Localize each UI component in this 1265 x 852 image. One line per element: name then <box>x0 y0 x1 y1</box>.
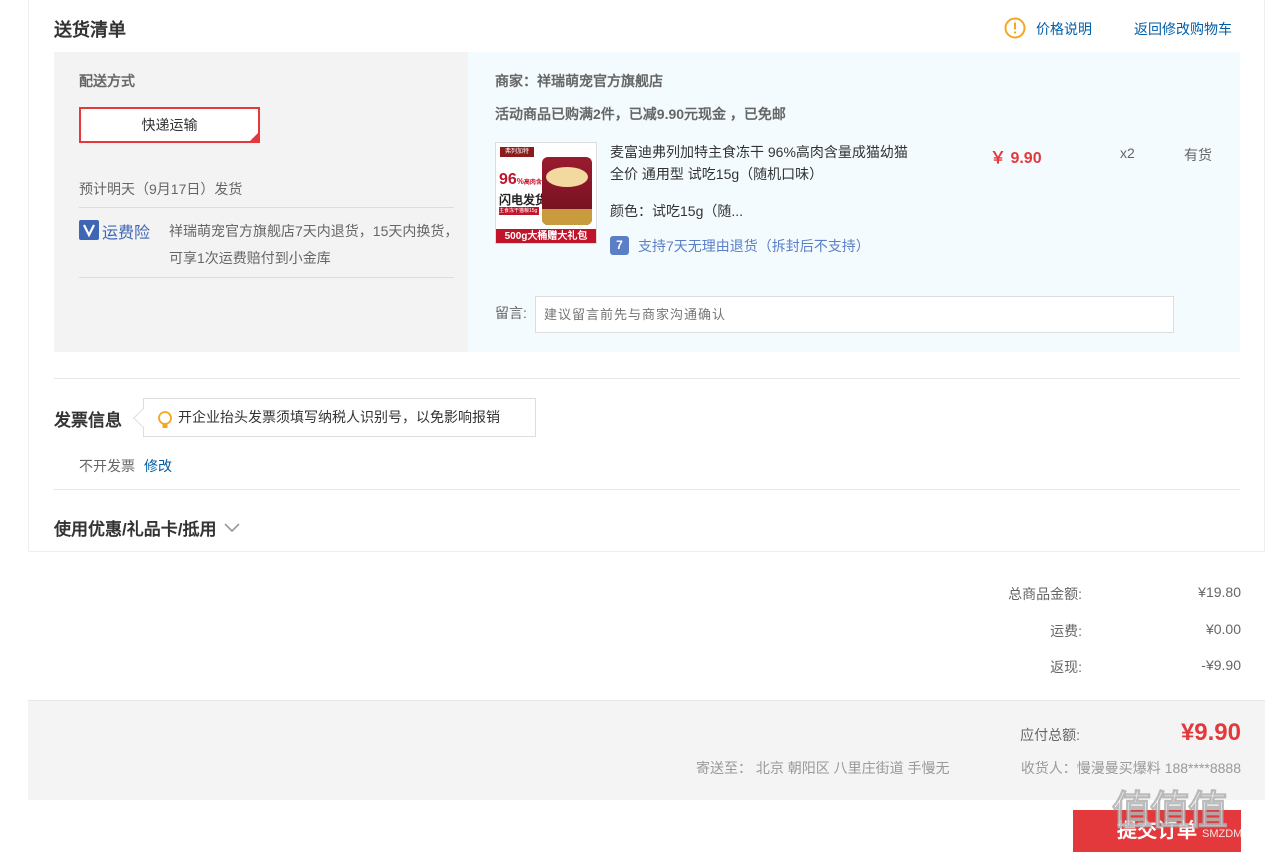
flash-text: 闪电发货 <box>499 193 548 207</box>
product-name[interactable]: 麦富迪弗列加特主食冻干 96%高肉含量成猫幼猫 全价 通用型 试吃15g（随机口… <box>610 141 910 185</box>
divider <box>79 207 454 208</box>
order-page: 送货清单 价格说明 返回修改购物车 配送方式 快递运输 ✓ 预计明天（9月17日… <box>0 0 1265 852</box>
merchant-name: 商家：祥瑞萌宠官方旗舰店 <box>495 73 663 89</box>
ship-time: 预计明天（9月17日）发货 <box>79 181 243 197</box>
coupon-toggle[interactable]: 使用优惠/礼品卡/抵用 <box>54 515 240 540</box>
goods-total-label: 总商品金额: <box>1008 586 1082 602</box>
insurance-badge: 运费险 <box>102 225 151 242</box>
can-label <box>546 167 588 187</box>
goods-total-value: ¥19.80 <box>1198 584 1241 600</box>
invoice-title: 发票信息 <box>54 411 122 430</box>
image-banner: 500g大桶赠大礼包 <box>496 229 596 243</box>
method-label: 配送方式 <box>79 73 135 89</box>
invoice-tip: 开企业抬头发票须填写纳税人识别号，以免影响报销 <box>133 398 536 437</box>
ship-to-address: 寄送至： 北京 朝阳区 八里庄街道 手慢无 <box>696 760 950 776</box>
price-note-link[interactable]: 价格说明 <box>1036 19 1092 39</box>
divider <box>54 489 1240 490</box>
note-input[interactable] <box>535 296 1174 333</box>
delivery-section: 配送方式 快递运输 ✓ 预计明天（9月17日）发货 运费险 祥瑞萌宠官方旗舰店7… <box>54 52 1240 352</box>
merchant-panel: 商家：祥瑞萌宠官方旗舰店 活动商品已购满2件，已减9.90元现金 ，已免邮 弗列… <box>468 52 1240 352</box>
back-to-cart-link[interactable]: 返回修改购物车 <box>1134 19 1232 39</box>
delivery-title: 送货清单 <box>54 20 126 40</box>
brand-logo: 弗列加特 <box>500 147 534 157</box>
check-icon: ✓ <box>250 132 257 141</box>
invoice-tip-text: 开企业抬头发票须填写纳税人识别号，以免影响报销 <box>178 409 500 425</box>
product-image[interactable]: 弗列加特 96%高肉含量 闪电发货 主食冻干猫粮15g 500g大桶赠大礼包 <box>495 142 597 244</box>
invoice-edit-link[interactable]: 修改 <box>144 456 172 476</box>
submit-order-button[interactable]: 提交订单 <box>1073 810 1241 852</box>
total-label: 应付总额: <box>1020 727 1080 743</box>
product-price: ￥ 9.90 <box>990 150 1042 167</box>
stock-status: 有货 <box>1184 147 1212 163</box>
sub-text: 主食冻干猫粮15g <box>499 207 539 215</box>
express-option-button[interactable]: 快递运输 ✓ <box>79 107 260 143</box>
product-qty: x2 <box>1120 145 1135 161</box>
cashback-label: 返现: <box>1050 659 1082 675</box>
return-policy: 支持7天无理由退货（拆封后不支持） <box>638 238 870 254</box>
return-7day-icon: 7 <box>610 236 629 255</box>
can-graphic <box>542 157 592 225</box>
lightbulb-icon <box>156 407 174 428</box>
receiver-info: 收货人：慢漫曼买爆料 188****8888 <box>1020 760 1241 776</box>
shield-icon <box>79 220 99 240</box>
shipping-panel: 配送方式 快递运输 ✓ 预计明天（9月17日）发货 运费险 祥瑞萌宠官方旗舰店7… <box>54 52 468 352</box>
divider <box>54 378 1240 379</box>
percent-text: 96%高肉含量 <box>499 171 548 188</box>
insurance-text: 祥瑞萌宠官方旗舰店7天内退货，15天内换货，可享1次运费赔付到小金库 <box>169 223 459 266</box>
divider <box>79 277 454 278</box>
cashback-value: -¥9.90 <box>1201 657 1241 673</box>
invoice-status: 不开发票 <box>79 458 135 474</box>
chevron-down-icon <box>224 520 240 536</box>
coupon-title: 使用优惠/礼品卡/抵用 <box>54 520 217 539</box>
total-bar <box>28 700 1265 800</box>
note-label: 留言: <box>495 305 527 321</box>
freight-value: ¥0.00 <box>1205 621 1241 637</box>
product-color: 颜色：试吃15g（随... <box>610 203 744 219</box>
freight-label: 运费: <box>1050 623 1082 639</box>
can-base <box>542 209 592 225</box>
warning-icon <box>1004 17 1026 39</box>
merchant-promo: 活动商品已购满2件，已减9.90元现金 ，已免邮 <box>495 106 786 122</box>
total-value: ¥9.90 <box>1180 719 1241 746</box>
express-option-label: 快递运输 <box>141 117 198 133</box>
